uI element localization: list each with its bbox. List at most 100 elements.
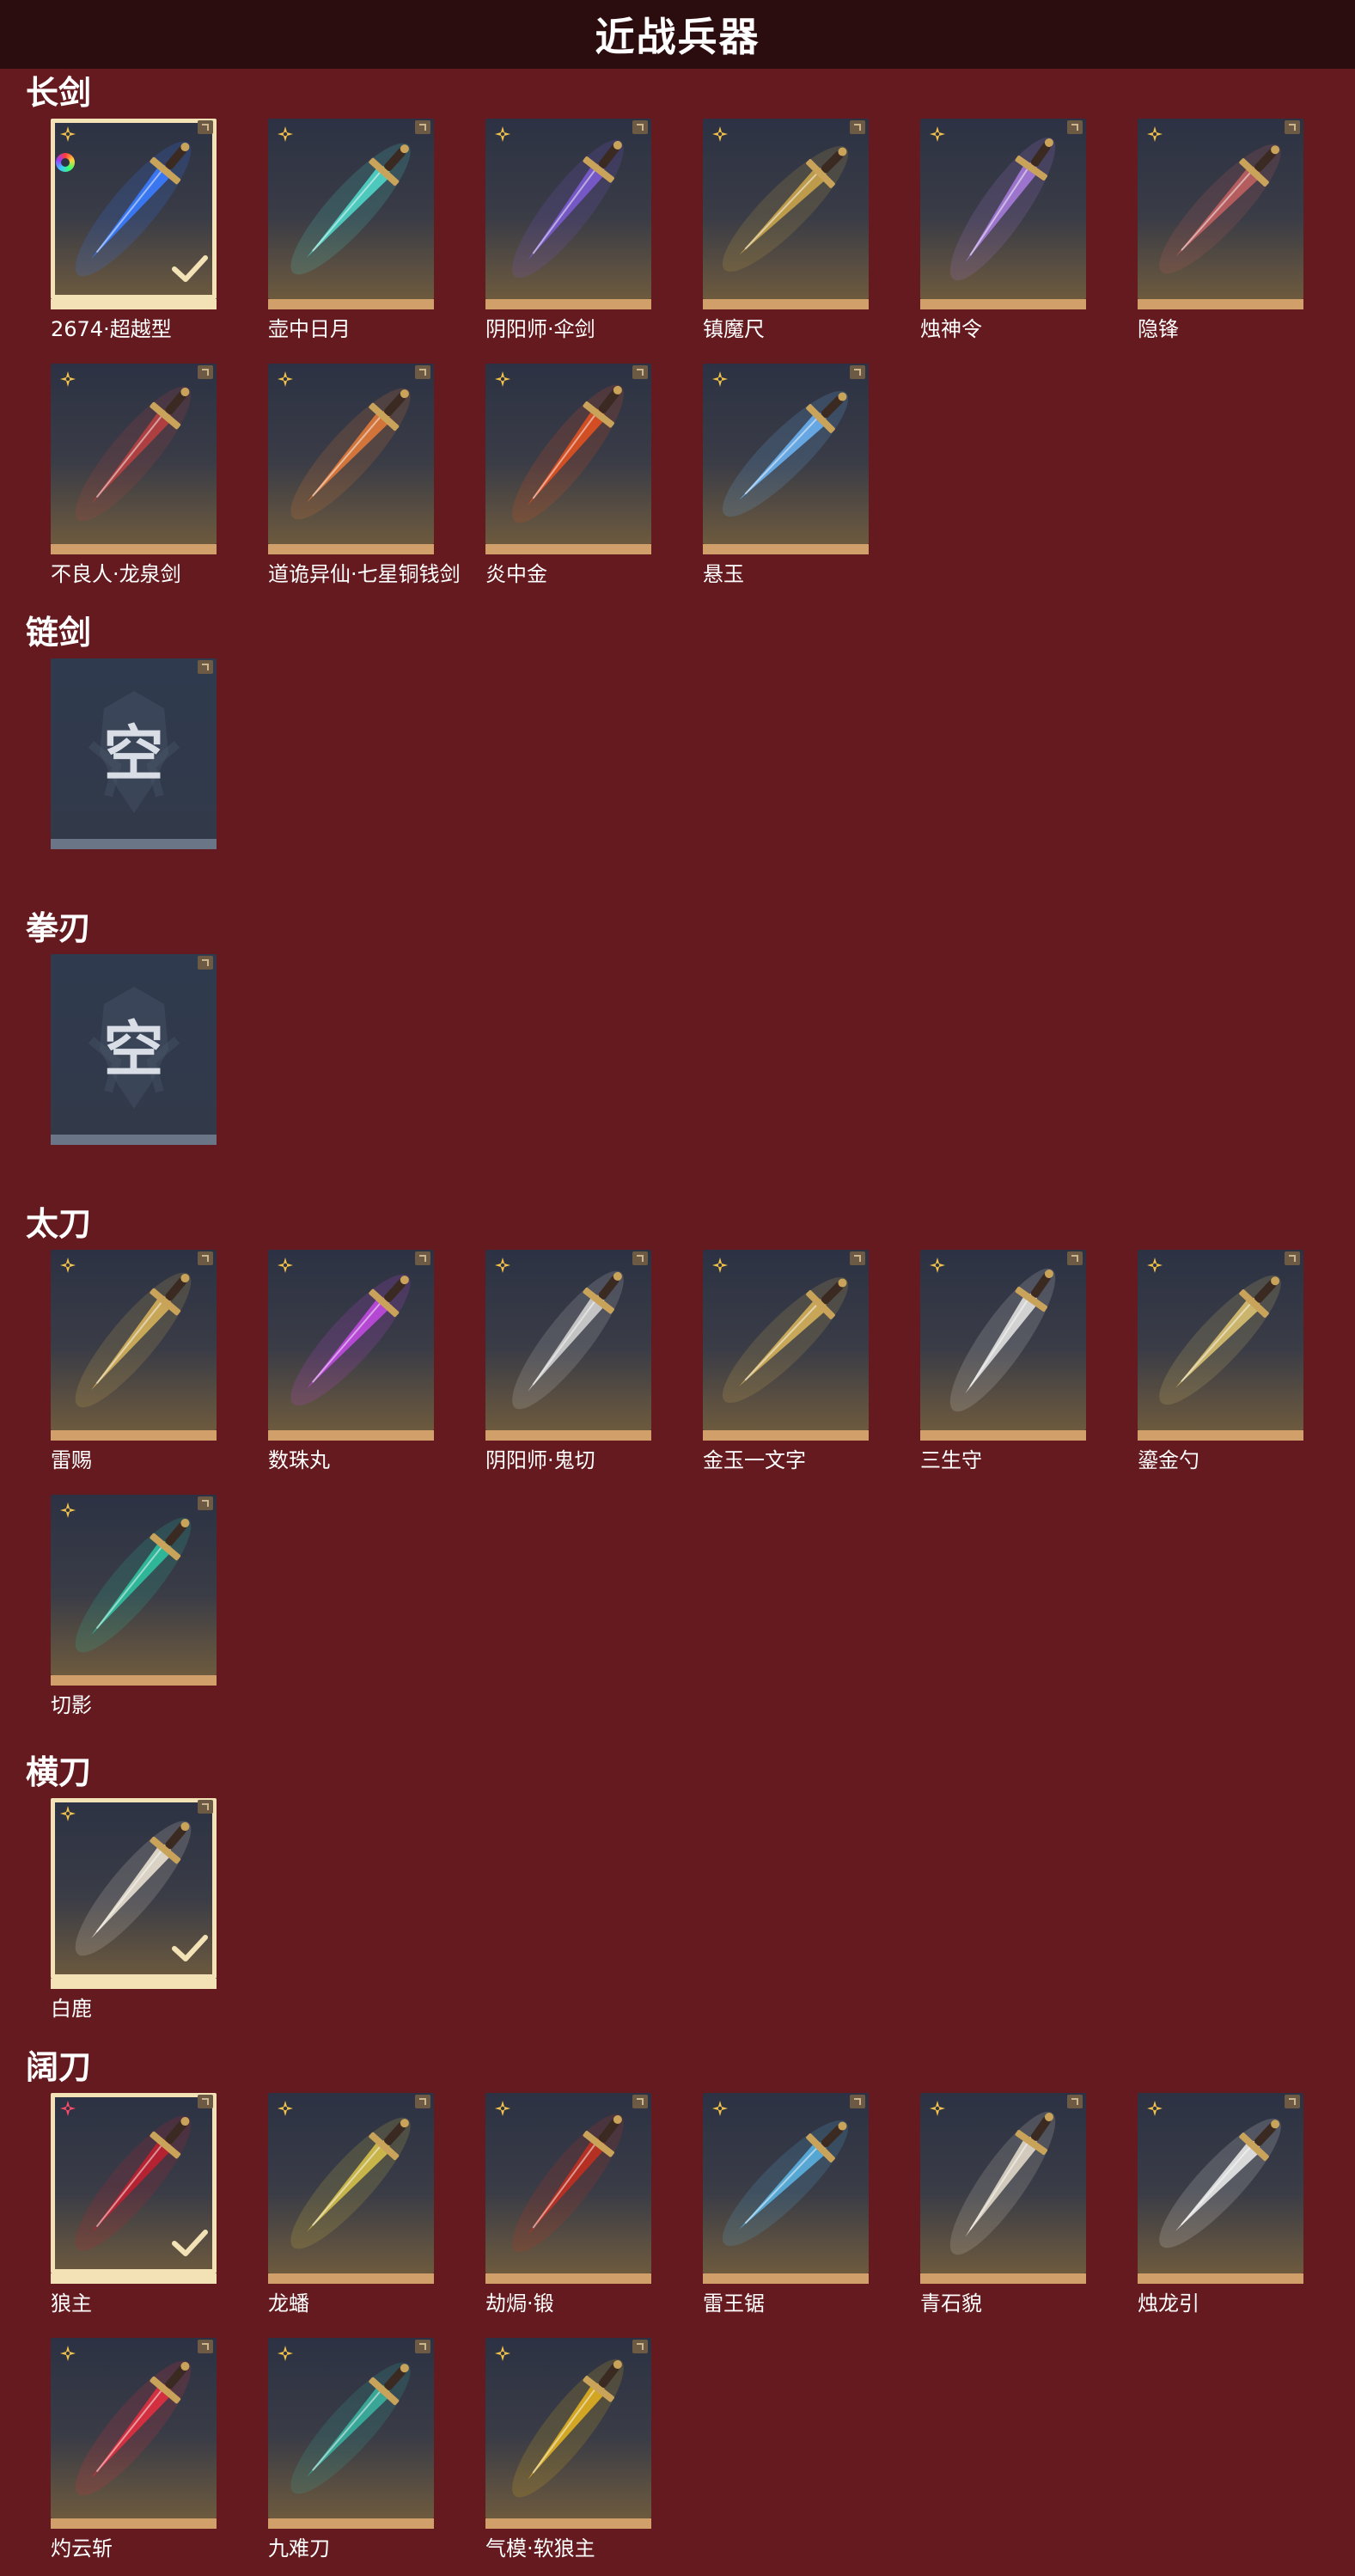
weapon-tile	[268, 119, 434, 299]
rarity-gold-star-icon	[495, 126, 510, 142]
weapon-name: 悬玉	[703, 562, 744, 586]
rarity-gold-star-icon	[278, 2346, 293, 2361]
tile-bottom-bar	[485, 2518, 651, 2529]
corner-expand-icon	[632, 2095, 648, 2108]
weapon-name: 阴阳师·鬼切	[485, 1448, 595, 1472]
weapon-art-icon	[290, 143, 411, 275]
tile-bottom-bar	[51, 2273, 217, 2284]
rarity-red-star-icon	[60, 2101, 76, 2116]
weapon-name: 鎏金勺	[1138, 1448, 1199, 1472]
weapon-name: 道诡异仙·七星铜钱剑	[268, 562, 461, 586]
weapon-name: 气模·软狼主	[485, 2536, 595, 2561]
weapon-name: 青石貌	[920, 2291, 982, 2316]
weapon-tile	[268, 1250, 434, 1430]
weapon-name: 镇魔尺	[703, 317, 765, 341]
corner-expand-icon	[198, 1251, 213, 1265]
corner-expand-icon	[198, 2340, 213, 2353]
tile-bottom-bar	[268, 299, 434, 309]
tile-bottom-bar	[51, 839, 217, 849]
corner-expand-icon	[1067, 1251, 1083, 1265]
weapon-art-icon	[290, 1274, 411, 1406]
corner-expand-icon	[198, 365, 213, 379]
tile-bottom-bar	[51, 1979, 217, 1989]
rarity-gold-star-icon	[278, 371, 293, 387]
category-title: 横刀	[26, 1753, 92, 1791]
category-title: 太刀	[26, 1205, 92, 1243]
weapon-art-icon	[949, 1268, 1056, 1412]
weapon-tile: 空	[51, 954, 217, 1135]
rarity-gold-star-icon	[495, 1257, 510, 1273]
rarity-gold-star-icon	[495, 2346, 510, 2361]
tile-bottom-bar	[51, 299, 217, 309]
rarity-gold-star-icon	[60, 126, 76, 142]
tile-bottom-bar	[51, 2518, 217, 2529]
corner-expand-icon	[198, 956, 213, 970]
corner-expand-icon	[198, 1496, 213, 1510]
weapon-tile	[51, 2093, 217, 2273]
corner-expand-icon	[415, 120, 430, 134]
weapon-tile	[703, 1250, 869, 1430]
weapon-art-icon	[722, 390, 849, 517]
weapon-tile: 空	[51, 658, 217, 839]
weapon-tile	[703, 2093, 869, 2273]
tile-bottom-bar	[920, 1430, 1086, 1441]
weapon-name: 雷赐	[51, 1448, 92, 1472]
weapon-art-icon	[949, 2111, 1056, 2255]
corner-expand-icon	[198, 2095, 213, 2108]
tile-bottom-bar	[920, 299, 1086, 309]
weapon-art-icon	[290, 2117, 411, 2249]
rarity-gold-star-icon	[60, 1806, 76, 1821]
corner-expand-icon	[1067, 120, 1083, 134]
rarity-gold-star-icon	[495, 371, 510, 387]
weapon-tile	[1138, 2093, 1303, 2273]
rarity-gold-star-icon	[712, 2101, 728, 2116]
rarity-gold-star-icon	[930, 2101, 945, 2116]
weapon-tile	[51, 1798, 217, 1979]
weapon-tile	[268, 364, 434, 544]
weapon-name: 狼主	[51, 2291, 92, 2316]
corner-expand-icon	[850, 1251, 865, 1265]
weapon-name: 烛龙引	[1138, 2291, 1199, 2316]
empty-slot-text: 空	[103, 718, 164, 789]
weapon-name: 烛神令	[920, 317, 982, 341]
weapon-name: 九难刀	[268, 2536, 330, 2561]
weapon-art-icon	[949, 137, 1056, 281]
weapon-tile	[920, 119, 1086, 299]
corner-expand-icon	[415, 1251, 430, 1265]
corner-expand-icon	[415, 365, 430, 379]
weapon-art-icon	[722, 2120, 849, 2247]
weapon-name: 2674·超越型	[51, 317, 172, 341]
rarity-gold-star-icon	[712, 126, 728, 142]
rarity-gold-star-icon	[930, 126, 945, 142]
tile-bottom-bar	[485, 1430, 651, 1441]
weapon-tile	[51, 119, 217, 299]
tile-bottom-bar	[268, 2518, 434, 2529]
weapon-name: 阴阳师·伞剑	[485, 317, 595, 341]
weapon-art-icon	[722, 145, 849, 272]
tile-bottom-bar	[51, 1135, 217, 1145]
selected-check-icon	[172, 2230, 208, 2256]
rarity-gold-star-icon	[278, 2101, 293, 2116]
category-title: 拳刃	[26, 909, 92, 947]
corner-expand-icon	[850, 365, 865, 379]
weapon-art-icon	[512, 139, 624, 278]
weapon-name: 白鹿	[51, 1997, 92, 2021]
rarity-gold-star-icon	[1147, 1257, 1163, 1273]
weapon-tile	[268, 2338, 434, 2518]
weapon-name: 隐锋	[1138, 317, 1179, 341]
tile-bottom-bar	[703, 544, 869, 554]
tile-bottom-bar	[1138, 1430, 1303, 1441]
rarity-gold-star-icon	[60, 371, 76, 387]
tile-bottom-bar	[268, 2273, 434, 2284]
weapon-tile	[51, 2338, 217, 2518]
selected-check-icon	[172, 255, 208, 282]
tile-bottom-bar	[1138, 299, 1303, 309]
weapon-art-icon	[1159, 2118, 1281, 2249]
weapon-art-icon	[75, 1272, 192, 1408]
rarity-gold-star-icon	[712, 371, 728, 387]
weapon-name: 炎中金	[485, 562, 547, 586]
corner-expand-icon	[1285, 2095, 1300, 2108]
corner-expand-icon	[1285, 1251, 1300, 1265]
weapon-name: 金玉一文字	[703, 1448, 806, 1472]
weapon-name: 不良人·龙泉剑	[51, 562, 181, 586]
